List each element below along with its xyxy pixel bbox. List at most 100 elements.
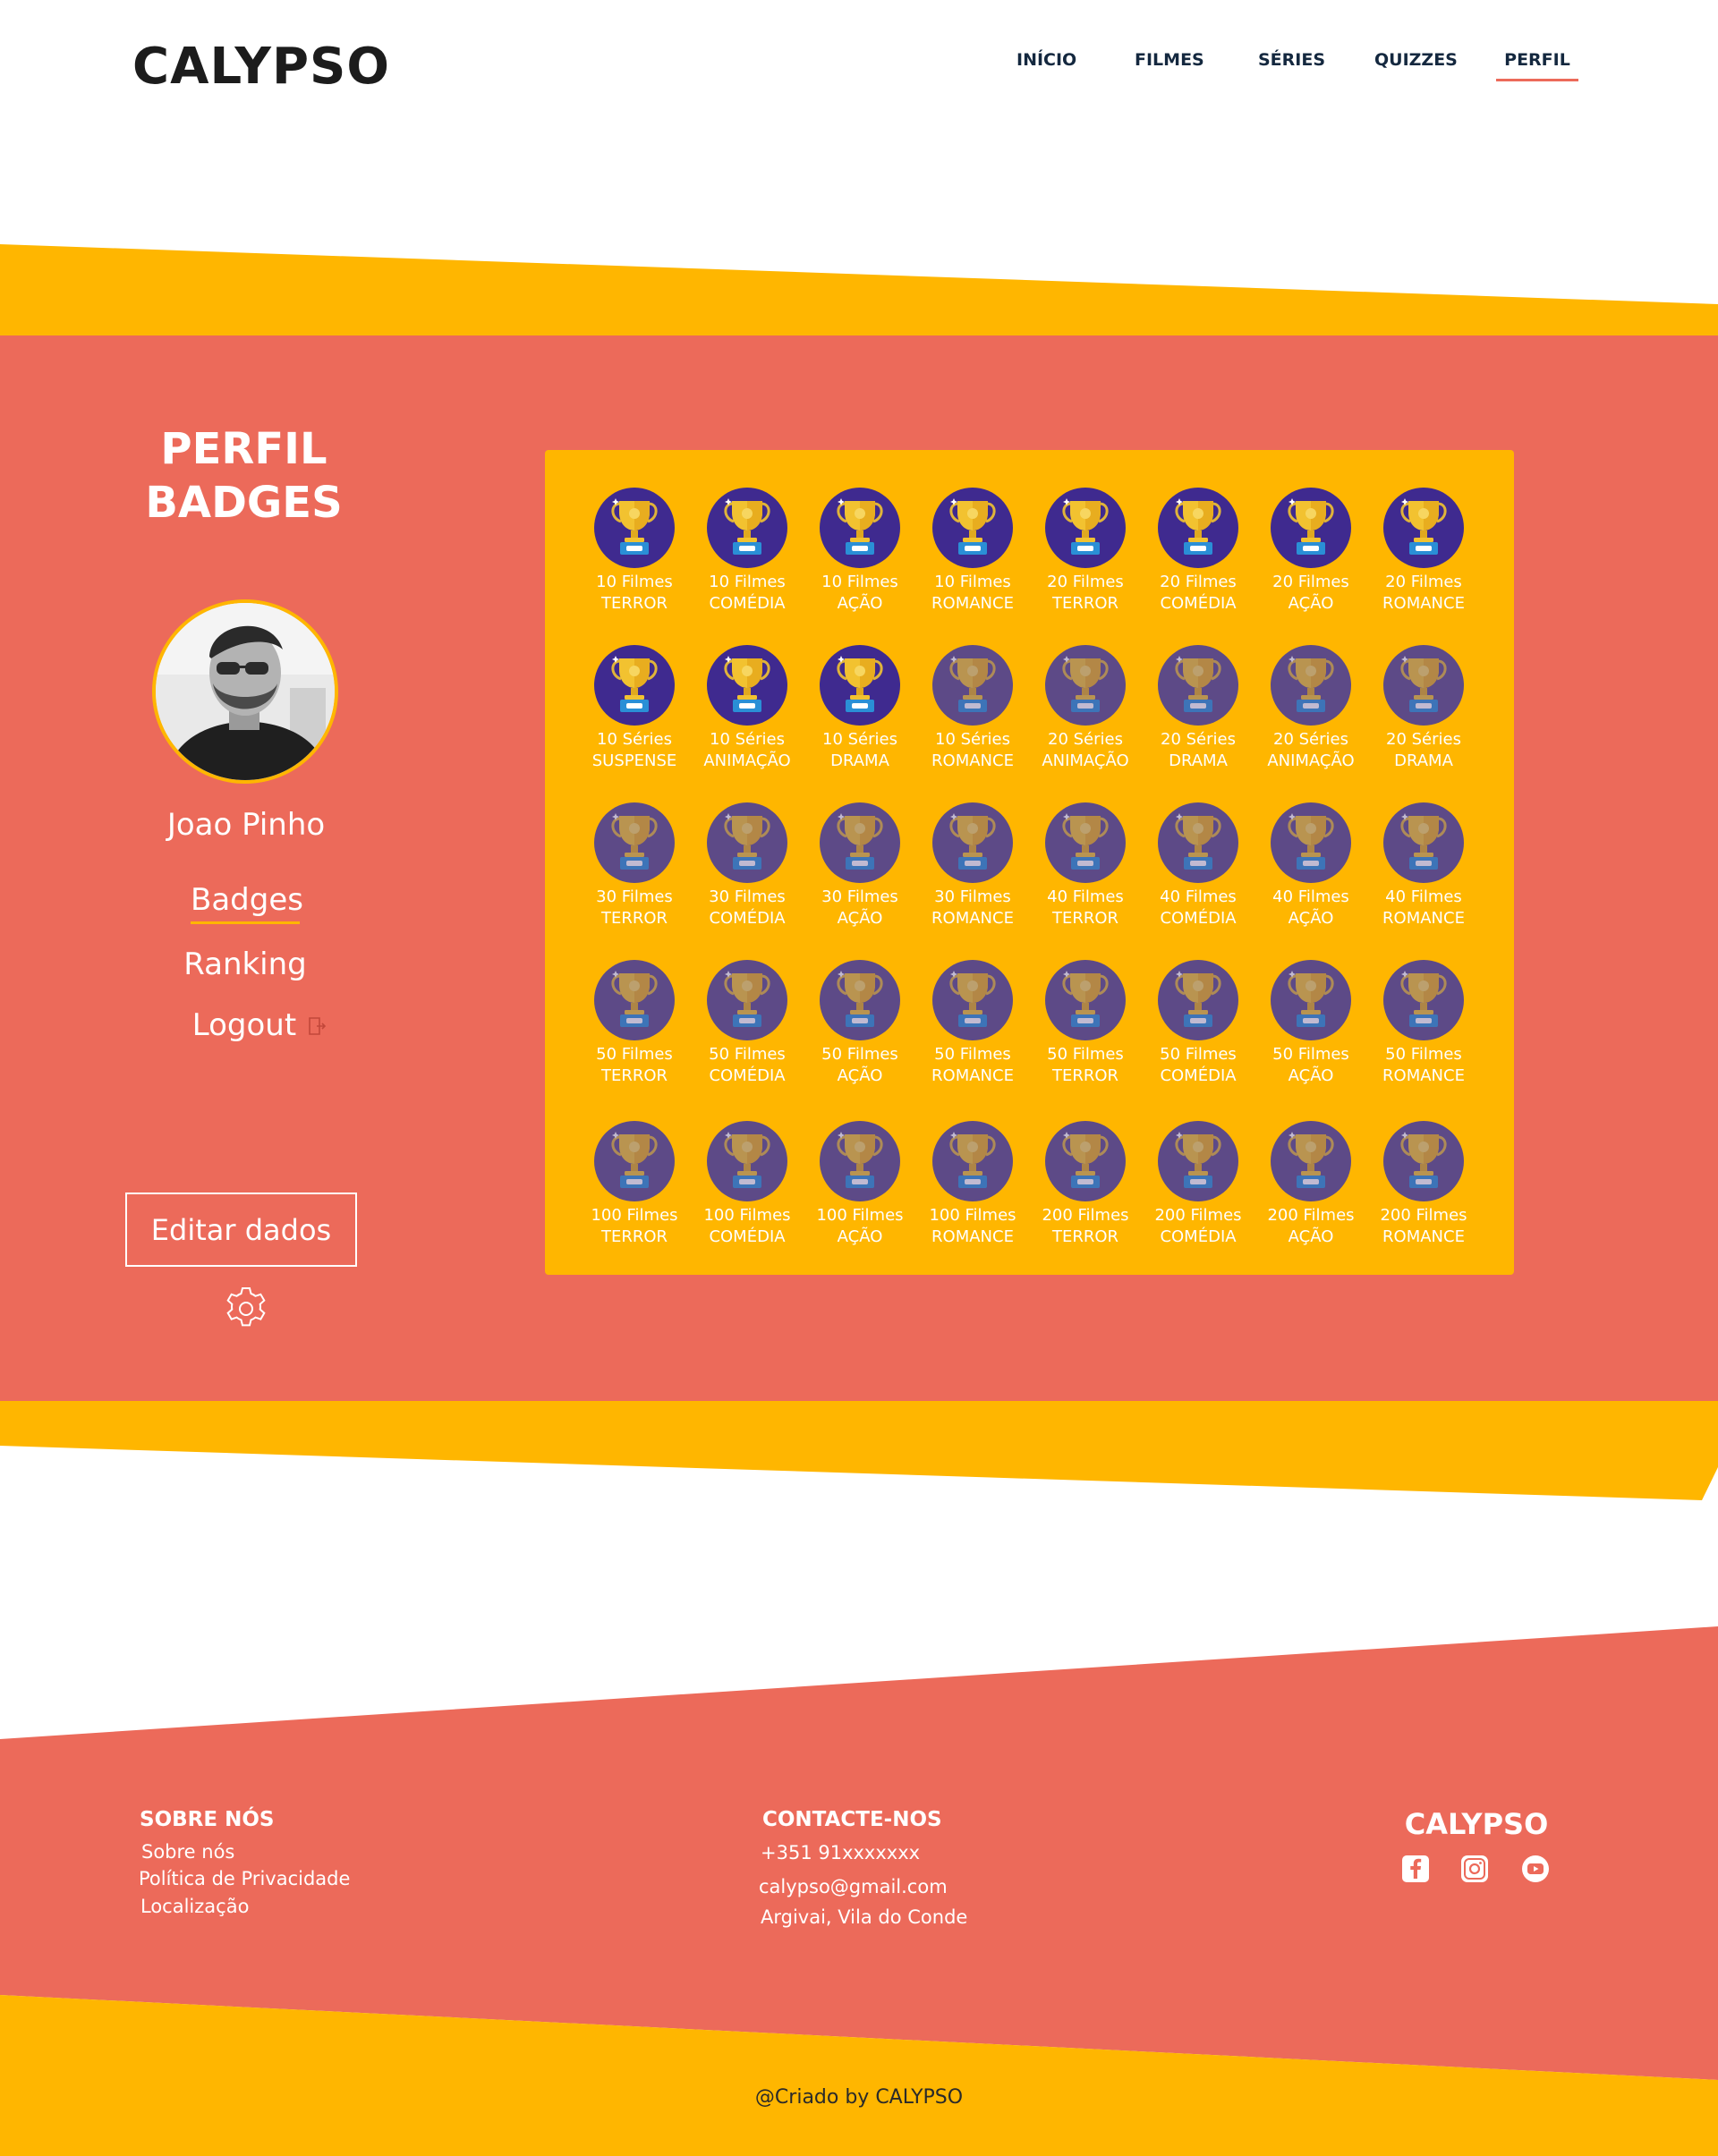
badge-item[interactable]: 200 Filmes AÇÃO [1257,1121,1365,1248]
badge-count: 50 Filmes [821,1045,898,1064]
badge-circle [820,645,900,726]
badge-circle [594,802,675,883]
badge-label: 30 Filmes ROMANCE [919,887,1026,929]
badge-item[interactable]: 10 Filmes TERROR [581,488,688,615]
badge-label: 10 Séries ROMANCE [919,729,1026,772]
badge-item[interactable]: 10 Filmes ROMANCE [919,488,1026,615]
badge-item[interactable]: 50 Filmes ROMANCE [1370,960,1477,1087]
badge-label: 30 Filmes COMÉDIA [693,887,801,929]
badge-item[interactable]: 20 Séries DRAMA [1370,645,1477,772]
badge-item[interactable]: 20 Séries ANIMAÇÃO [1032,645,1139,772]
badge-circle [1045,802,1126,883]
badge-item[interactable]: 50 Filmes AÇÃO [1257,960,1365,1087]
badge-item[interactable]: 200 Filmes TERROR [1032,1121,1139,1248]
badge-count: 10 Séries [710,730,785,749]
badge-count: 100 Filmes [591,1206,678,1225]
badge-circle [820,802,900,883]
badge-count: 20 Filmes [1160,573,1237,591]
badge-item[interactable]: 100 Filmes TERROR [581,1121,688,1248]
badge-item[interactable]: 50 Filmes TERROR [1032,960,1139,1087]
nav-quizzes[interactable]: QUIZZES [1374,50,1458,79]
badge-item[interactable]: 10 Séries ROMANCE [919,645,1026,772]
user-name: Joao Pinho [166,807,326,843]
trophy-icon [837,1132,883,1188]
badge-item[interactable]: 100 Filmes ROMANCE [919,1121,1026,1248]
badge-label: 20 Filmes TERROR [1032,572,1139,615]
sidebar-link-ranking[interactable]: Ranking [177,946,313,982]
badge-label: 50 Filmes TERROR [1032,1044,1139,1087]
badge-item[interactable]: 40 Filmes ROMANCE [1370,802,1477,929]
edit-profile-button[interactable]: Editar dados [125,1193,357,1267]
trophy-icon [949,813,996,870]
badge-count: 10 Filmes [709,573,786,591]
badge-item[interactable]: 10 Séries SUSPENSE [581,645,688,772]
badge-item[interactable]: 20 Filmes AÇÃO [1257,488,1365,615]
badge-item[interactable]: 10 Filmes AÇÃO [806,488,914,615]
badge-item[interactable]: 50 Filmes COMÉDIA [693,960,801,1087]
badges-link-label: Badges [191,882,303,918]
badge-label: 50 Filmes AÇÃO [806,1044,914,1087]
badge-item[interactable]: 20 Filmes TERROR [1032,488,1139,615]
badge-item[interactable]: 50 Filmes ROMANCE [919,960,1026,1087]
nav-perfil[interactable]: PERFIL [1496,50,1578,81]
badge-item[interactable]: 30 Filmes TERROR [581,802,688,929]
badge-genre: AÇÃO [1288,1066,1334,1085]
badge-item[interactable]: 50 Filmes TERROR [581,960,688,1087]
badge-circle [594,645,675,726]
avatar-photo [156,603,335,780]
sidebar-link-logout[interactable]: Logout [179,1007,340,1045]
trophy-icon [949,1132,996,1188]
badge-item[interactable]: 20 Filmes ROMANCE [1370,488,1477,615]
badge-item[interactable]: 40 Filmes TERROR [1032,802,1139,929]
footer-link-privacy[interactable]: Política de Privacidade [139,1868,350,1889]
badge-count: 200 Filmes [1267,1206,1355,1225]
badge-item[interactable]: 30 Filmes ROMANCE [919,802,1026,929]
badge-item[interactable]: 200 Filmes ROMANCE [1370,1121,1477,1248]
badge-item[interactable]: 10 Séries DRAMA [806,645,914,772]
badge-item[interactable]: 40 Filmes AÇÃO [1257,802,1365,929]
footer-link-about[interactable]: Sobre nós [141,1841,234,1863]
footer-link-location[interactable]: Localização [140,1896,249,1917]
badge-item[interactable]: 10 Séries ANIMAÇÃO [693,645,801,772]
sidebar-link-badges[interactable]: Badges [191,882,303,924]
badge-genre: AÇÃO [837,1227,883,1246]
badge-label: 100 Filmes COMÉDIA [693,1205,801,1248]
instagram-icon[interactable] [1460,1855,1489,1883]
badge-item[interactable]: 40 Filmes COMÉDIA [1144,802,1252,929]
badge-item[interactable]: 20 Séries DRAMA [1144,645,1252,772]
badge-item[interactable]: 20 Séries ANIMAÇÃO [1257,645,1365,772]
badge-item[interactable]: 30 Filmes COMÉDIA [693,802,801,929]
badge-count: 200 Filmes [1154,1206,1242,1225]
badge-item[interactable]: 100 Filmes AÇÃO [806,1121,914,1248]
badge-circle [594,960,675,1040]
badge-count: 20 Séries [1386,730,1461,749]
footer-email[interactable]: calypso@gmail.com [759,1876,948,1897]
youtube-icon[interactable] [1521,1855,1550,1883]
gear-icon[interactable] [223,1286,269,1332]
badge-item[interactable]: 20 Filmes COMÉDIA [1144,488,1252,615]
badge-count: 10 Filmes [821,573,898,591]
badge-item[interactable]: 50 Filmes COMÉDIA [1144,960,1252,1087]
footer-phone: +351 91xxxxxxx [761,1842,921,1863]
badge-item[interactable]: 30 Filmes AÇÃO [806,802,914,929]
trophy-icon [1288,813,1334,870]
badge-item[interactable]: 10 Filmes COMÉDIA [693,488,801,615]
badge-genre: ANIMAÇÃO [1267,751,1355,770]
badge-label: 100 Filmes AÇÃO [806,1205,914,1248]
badge-genre: COMÉDIA [709,594,786,613]
badge-genre: TERROR [1051,909,1119,928]
badge-item[interactable]: 100 Filmes COMÉDIA [693,1121,801,1248]
facebook-icon[interactable] [1401,1855,1430,1883]
badge-label: 20 Filmes ROMANCE [1370,572,1477,615]
badge-item[interactable]: 200 Filmes COMÉDIA [1144,1121,1252,1248]
nav-inicio[interactable]: INÍCIO [1016,50,1076,79]
badge-item[interactable]: 50 Filmes AÇÃO [806,960,914,1087]
badge-count: 10 Filmes [934,573,1011,591]
nav-filmes[interactable]: FILMES [1135,50,1204,79]
footer-contact-title: CONTACTE-NOS [762,1808,942,1831]
logout-icon [307,1009,327,1045]
badge-count: 10 Séries [597,730,672,749]
badge-circle [707,960,787,1040]
nav-series[interactable]: SÉRIES [1258,50,1325,79]
trophy-icon [1400,971,1447,1027]
